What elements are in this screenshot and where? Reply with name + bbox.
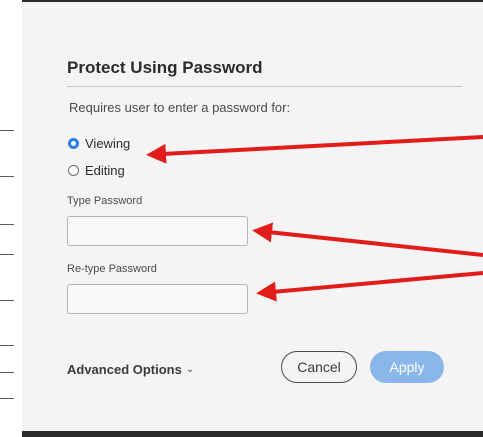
annotation-arrow-type-password (252, 222, 483, 257)
annotation-arrow-radio (146, 135, 483, 164)
annotation-arrow-retype-password (256, 271, 483, 302)
annotation-arrows (146, 135, 483, 302)
